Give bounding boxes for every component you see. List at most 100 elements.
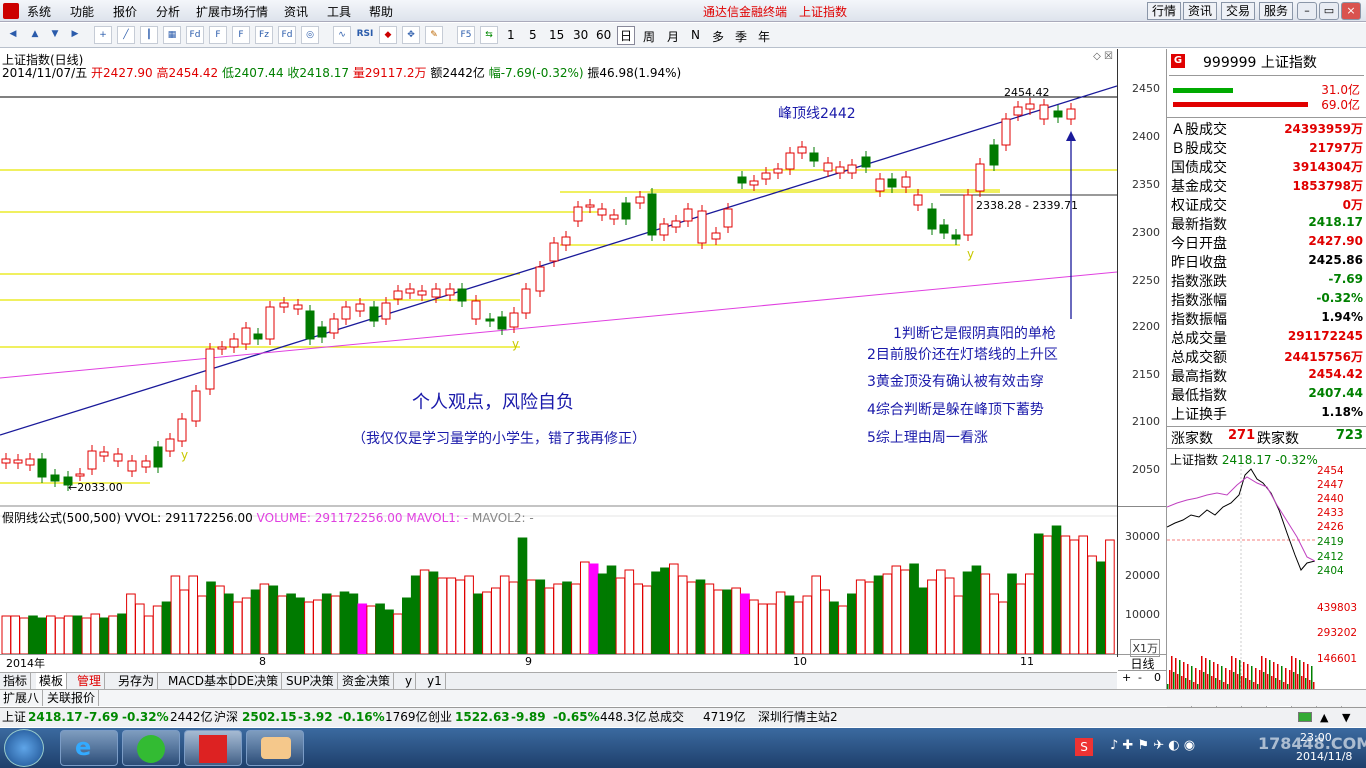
app-green-taskbar-icon[interactable] <box>122 730 180 766</box>
close-icon[interactable]: × <box>1341 2 1361 20</box>
minimize-icon[interactable]: – <box>1297 2 1317 20</box>
trade-button[interactable]: 交易 <box>1221 2 1255 20</box>
tag-icon[interactable]: ◆ <box>379 26 397 44</box>
candle-body <box>1025 103 1035 110</box>
period-1min[interactable]: 1 <box>507 28 515 42</box>
menu-analysis[interactable]: 分析 <box>156 3 180 20</box>
period-15min[interactable]: 15 <box>549 28 564 42</box>
quote-button[interactable]: 行情 <box>1147 2 1181 20</box>
quote-panel: G 999999 上证指数 31.0亿 69.0亿 Ａ股成交 24393959万 Ｂ… <box>1166 49 1366 708</box>
status-down-icon[interactable]: ▼ <box>1342 708 1350 727</box>
service-button[interactable]: 服务 <box>1259 2 1293 20</box>
menu-news[interactable]: 资讯 <box>284 3 308 20</box>
candle-icon[interactable]: ┃ <box>140 26 158 44</box>
back-arrow-icon[interactable]: ◀ <box>4 26 22 44</box>
candle-body <box>50 474 60 482</box>
period-month[interactable]: 月 <box>667 28 679 45</box>
indicator-tab[interactable]: SUP决策 <box>283 673 338 689</box>
period-30min[interactable]: 30 <box>573 28 588 42</box>
quote-row: 国债成交 3914304万 <box>1171 157 1363 176</box>
mini-volume-bar <box>1281 666 1283 690</box>
grid-icon[interactable]: ▦ <box>163 26 181 44</box>
fund-icon[interactable]: Fd <box>278 26 296 44</box>
zoom-out-button[interactable]: - <box>1138 671 1142 684</box>
move-icon[interactable]: ✥ <box>402 26 420 44</box>
finance2-icon[interactable]: F <box>232 26 250 44</box>
volume-bar <box>108 615 118 655</box>
pen-icon[interactable]: ✎ <box>425 26 443 44</box>
period-n[interactable]: N <box>691 28 700 42</box>
buy-bar <box>1173 88 1233 93</box>
candle-body <box>901 176 911 188</box>
handshake-taskbar-icon[interactable] <box>246 730 304 766</box>
down-arrow-icon[interactable]: ▼ <box>46 26 64 44</box>
start-button-icon[interactable] <box>4 729 44 767</box>
volume-bar <box>224 593 234 655</box>
quote-row-value: 24415756万 <box>1284 350 1363 364</box>
ext-tab[interactable]: 扩展八 <box>0 690 44 706</box>
switch-icon[interactable]: ⇆ <box>480 26 498 44</box>
news-button[interactable]: 资讯 <box>1183 2 1217 20</box>
fundamentals-icon[interactable]: Fd <box>186 26 204 44</box>
sell-bar <box>1173 102 1308 107</box>
period-week[interactable]: 周 <box>643 28 655 45</box>
finance-icon[interactable]: F <box>209 26 227 44</box>
volume-bar <box>677 575 688 655</box>
up-count-label: 涨家数 <box>1171 431 1213 447</box>
up-arrow-icon[interactable]: ▲ <box>26 26 44 44</box>
indicator-tab[interactable]: y <box>402 673 417 689</box>
zoom-reset-button[interactable]: 0 <box>1154 671 1161 684</box>
period-day[interactable]: 日 <box>617 26 636 45</box>
quote-row-label: 上证换手 <box>1171 407 1227 423</box>
zoom-controls[interactable]: + - 0 <box>1118 670 1167 686</box>
candle-body <box>191 390 201 422</box>
indicator-tab[interactable]: 资金决策 <box>339 673 395 689</box>
zoom-in-button[interactable]: + <box>1122 671 1131 684</box>
volume-bar <box>304 601 314 655</box>
indicator-icon[interactable]: ∿ <box>333 26 351 44</box>
volume-bar <box>330 595 341 655</box>
mini-chart[interactable]: 上证指数 2418.17 -0.32% 2454 2447 2440 2433 2426… <box>1167 448 1366 690</box>
fz-icon[interactable]: Fz <box>255 26 273 44</box>
kline-chart-panel[interactable]: 上证指数(日线) ◇ ☒ 2014/11/07/五 开2427.90 高2454… <box>0 49 1117 670</box>
mini-volume-bar <box>1273 662 1275 690</box>
period-quarter[interactable]: 季 <box>735 28 747 45</box>
indicator-tab[interactable]: 另存为 <box>115 673 159 689</box>
indicator-tab[interactable]: 管理 <box>74 673 106 689</box>
period-multi[interactable]: 多 <box>712 28 724 45</box>
candle-body <box>497 316 507 330</box>
indicator-tab[interactable]: y1 <box>424 673 446 689</box>
volume-bar <box>802 595 813 655</box>
menu-extended-market[interactable]: 扩展市场行情 <box>196 3 268 20</box>
quote-row-label: 最新指数 <box>1171 217 1227 233</box>
menu-system[interactable]: 系统 <box>27 3 51 20</box>
ext-tab[interactable]: 关联报价 <box>44 690 100 706</box>
f5-icon[interactable]: F5 <box>457 26 475 44</box>
menu-help[interactable]: 帮助 <box>369 3 393 20</box>
indicator-tab[interactable]: MACD基本 <box>165 673 232 689</box>
tray-icons[interactable]: ♪ ✚ ⚑ ✈ ◐ ◉ <box>1110 738 1195 753</box>
refresh-icon[interactable]: ◎ <box>301 26 319 44</box>
indicator-tab[interactable]: 指标 <box>0 673 32 689</box>
forward-arrow-icon[interactable]: ▶ <box>66 26 84 44</box>
period-60min[interactable]: 60 <box>596 28 611 42</box>
candle-body <box>445 288 455 296</box>
menu-function[interactable]: 功能 <box>70 3 94 20</box>
indicator-tab[interactable]: 模板 <box>36 673 68 689</box>
rsi-icon[interactable]: RSI <box>356 26 374 44</box>
status-up-icon[interactable]: ▲ <box>1320 708 1328 727</box>
indicator-tab[interactable]: DDE决策 <box>225 673 283 689</box>
period-year[interactable]: 年 <box>758 28 770 45</box>
tray-s-icon[interactable]: S <box>1075 738 1093 756</box>
period-5min[interactable]: 5 <box>529 28 537 42</box>
volume-bar <box>1105 539 1115 655</box>
line-chart-icon[interactable]: ╱ <box>117 26 135 44</box>
tdx-taskbar-icon[interactable] <box>184 730 242 766</box>
menu-tools[interactable]: 工具 <box>327 3 351 20</box>
restore-icon[interactable]: ▭ <box>1319 2 1339 20</box>
zoom-in-icon[interactable]: + <box>94 26 112 44</box>
x-label-aug: 8 <box>259 655 266 668</box>
down-count-label: 跌家数 <box>1257 431 1299 447</box>
ie-taskbar-icon[interactable]: e <box>60 730 118 766</box>
menu-quote[interactable]: 报价 <box>113 3 137 20</box>
